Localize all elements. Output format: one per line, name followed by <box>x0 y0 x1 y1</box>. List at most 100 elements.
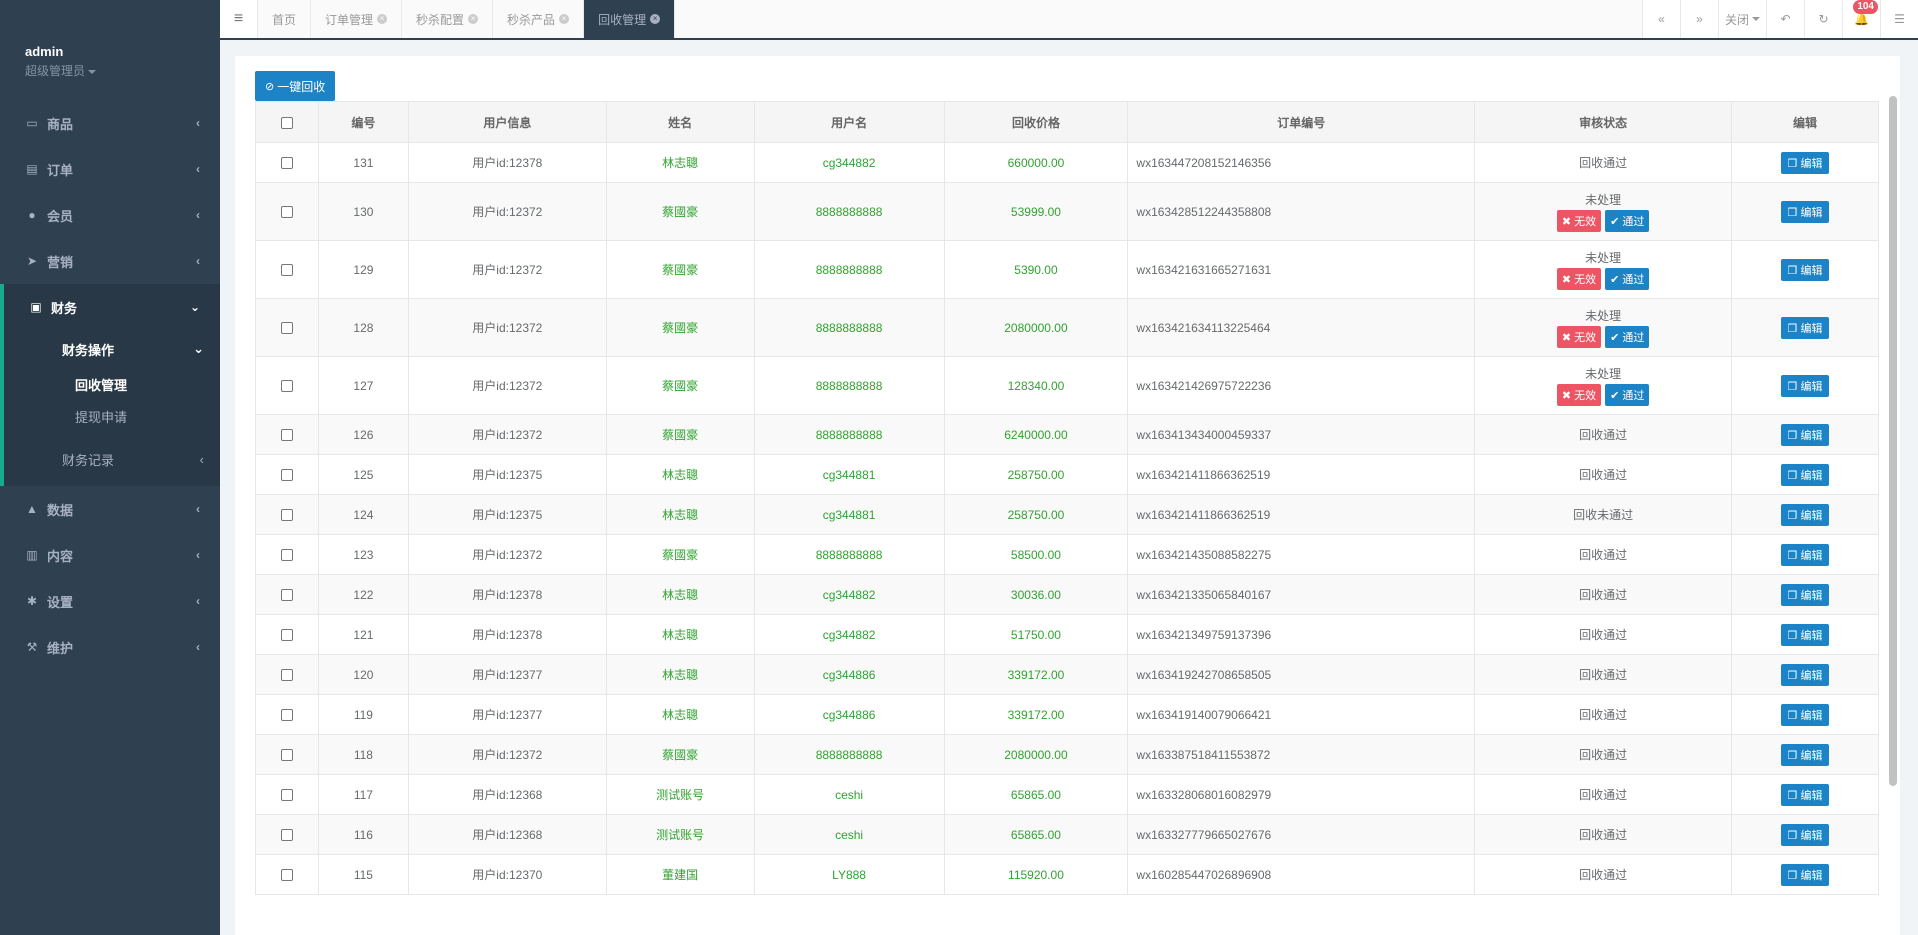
approve-button[interactable]: ✔ 通过 <box>1605 326 1650 348</box>
row-checkbox[interactable] <box>280 469 293 482</box>
edit-button[interactable]: ❐ 编辑 <box>1780 503 1830 526</box>
edit-button[interactable]: ❐ 编辑 <box>1780 663 1830 686</box>
row-checkbox[interactable] <box>280 869 293 882</box>
row-checkbox[interactable] <box>280 789 293 802</box>
close-icon[interactable]: × <box>468 14 479 24</box>
row-checkbox[interactable] <box>280 589 293 602</box>
edit-button[interactable]: ❐ 编辑 <box>1780 823 1830 846</box>
row-checkbox[interactable] <box>280 669 293 682</box>
tab-order-management[interactable]: 订单管理 × <box>311 0 403 38</box>
menu-toggle-button[interactable]: ≡ <box>220 0 258 38</box>
edit-button[interactable]: ❐ 编辑 <box>1780 151 1830 174</box>
edit-button[interactable]: ❐ 编辑 <box>1780 543 1830 566</box>
edit-button[interactable]: ❐ 编辑 <box>1780 623 1830 646</box>
order-no-cell: wx163328068016082979 <box>1127 774 1476 815</box>
sidebar-subitem-finance-ops[interactable]: 财务操作 ⌄ <box>4 330 220 368</box>
sidebar-item-finance[interactable]: ▣ 财务 ⌄ <box>4 284 220 330</box>
sidebar-item-settings[interactable]: ✱ 设置 ‹ <box>0 578 220 624</box>
sidebar-item-orders[interactable]: ▤ 订单 ‹ <box>0 146 220 192</box>
status-cell-content: 未处理 ✖ 无效 ✔ 通过 <box>1475 191 1731 232</box>
close-tabs-dropdown[interactable]: 关闭 <box>1718 0 1766 38</box>
scroll-tabs-left-button[interactable]: « <box>1642 0 1680 38</box>
sidebar-item-marketing[interactable]: ➤ 营销 ‹ <box>0 238 220 284</box>
edit-cell: ❐ 编辑 <box>1731 774 1879 815</box>
sidebar-subitem-finance-records[interactable]: 财务记录 ‹ <box>4 440 220 478</box>
sidebar-item-label: 商品 <box>47 116 74 132</box>
sidebar-link-recycle-management[interactable]: 回收管理 <box>4 368 220 400</box>
more-menu-button[interactable]: ☰ <box>1880 0 1918 38</box>
order-no-cell: wx163421435088582275 <box>1127 534 1476 575</box>
notifications-button[interactable]: 🔔 104 <box>1842 0 1880 38</box>
row-checkbox[interactable] <box>280 380 293 393</box>
reject-button[interactable]: ✖ 无效 <box>1556 210 1602 232</box>
row-checkbox[interactable] <box>280 629 293 642</box>
notification-badge: 104 <box>1853 0 1878 14</box>
price-cell: 6240000.00 <box>943 414 1129 455</box>
edit-button[interactable]: ❐ 编辑 <box>1780 258 1830 281</box>
copy-icon: ❐ <box>1787 829 1798 842</box>
edit-button[interactable]: ❐ 编辑 <box>1780 316 1830 339</box>
tab-flash-sale-products[interactable]: 秒杀产品 × <box>493 0 585 38</box>
edit-button[interactable]: ❐ 编辑 <box>1780 374 1830 397</box>
scroll-tabs-right-button[interactable]: » <box>1680 0 1718 38</box>
refresh-button[interactable]: ↻ <box>1804 0 1842 38</box>
sidebar-item-members[interactable]: ● 会员 ‹ <box>0 192 220 238</box>
row-select-cell <box>255 142 319 183</box>
table-row: 130 用户id:12372 蔡國豪 8888888888 53999.00 w… <box>255 182 1879 241</box>
table-row: 127 用户id:12372 蔡國豪 8888888888 128340.00 … <box>255 356 1879 415</box>
status-text: 未处理 <box>1585 251 1622 265</box>
tab-recycle-management[interactable]: 回收管理 × <box>584 0 676 38</box>
edit-button[interactable]: ❐ 编辑 <box>1780 463 1830 486</box>
row-checkbox[interactable] <box>280 264 293 277</box>
row-checkbox[interactable] <box>280 322 293 335</box>
row-checkbox[interactable] <box>280 157 293 170</box>
edit-button[interactable]: ❐ 编辑 <box>1780 423 1830 446</box>
reject-button[interactable]: ✖ 无效 <box>1556 326 1602 348</box>
tab-home[interactable]: 首页 <box>258 0 312 38</box>
edit-cell: ❐ 编辑 <box>1731 356 1879 415</box>
sidebar-item-label: 数据 <box>47 502 74 518</box>
edit-button[interactable]: ❐ 编辑 <box>1780 703 1830 726</box>
edit-button[interactable]: ❐ 编辑 <box>1780 783 1830 806</box>
vertical-scrollbar[interactable] <box>1889 96 1897 786</box>
sidebar-item-goods[interactable]: ▭ 商品 ‹ <box>0 100 220 146</box>
name-cell: 林志聰 <box>605 614 755 655</box>
user-role-dropdown[interactable]: 超级管理员 <box>25 62 220 79</box>
approve-button[interactable]: ✔ 通过 <box>1605 384 1650 406</box>
col-header-id: 编号 <box>317 101 409 143</box>
button-label: 无效 <box>1574 274 1597 286</box>
close-icon[interactable]: × <box>377 14 388 24</box>
row-checkbox[interactable] <box>280 206 293 219</box>
one-key-recycle-button[interactable]: ⊘ 一键回收 <box>255 71 336 101</box>
reject-button[interactable]: ✖ 无效 <box>1556 384 1602 406</box>
row-select-cell <box>255 182 319 241</box>
row-checkbox[interactable] <box>280 509 293 522</box>
list-icon: ☰ <box>1894 12 1905 26</box>
user-info-cell: 用户id:12370 <box>407 854 607 895</box>
sidebar-link-withdraw-requests[interactable]: 提现申请 <box>4 400 220 432</box>
select-all-checkbox[interactable] <box>280 116 293 129</box>
approve-button[interactable]: ✔ 通过 <box>1605 210 1650 232</box>
order-no-cell: wx163421349759137396 <box>1127 614 1476 655</box>
button-label: 编辑 <box>1800 829 1823 842</box>
row-checkbox[interactable] <box>280 429 293 442</box>
edit-button[interactable]: ❐ 编辑 <box>1780 200 1830 223</box>
sidebar-item-content[interactable]: ▥ 内容 ‹ <box>0 532 220 578</box>
sidebar-item-data[interactable]: ▲ 数据 ‹ <box>0 486 220 532</box>
row-checkbox[interactable] <box>280 709 293 722</box>
reject-button[interactable]: ✖ 无效 <box>1556 268 1602 290</box>
back-button[interactable]: ↶ <box>1766 0 1804 38</box>
tab-flash-sale-config[interactable]: 秒杀配置 × <box>402 0 494 38</box>
close-icon[interactable]: × <box>559 14 570 24</box>
approve-button[interactable]: ✔ 通过 <box>1605 268 1650 290</box>
row-checkbox[interactable] <box>280 829 293 842</box>
edit-button[interactable]: ❐ 编辑 <box>1780 583 1830 606</box>
row-checkbox[interactable] <box>280 549 293 562</box>
button-label: 编辑 <box>1800 629 1823 642</box>
sidebar-item-maintenance[interactable]: ⚒ 维护 ‹ <box>0 624 220 670</box>
row-checkbox[interactable] <box>280 749 293 762</box>
edit-button[interactable]: ❐ 编辑 <box>1780 743 1830 766</box>
price-cell: 65865.00 <box>943 774 1129 815</box>
close-icon[interactable]: × <box>650 14 661 24</box>
edit-button[interactable]: ❐ 编辑 <box>1780 863 1830 886</box>
